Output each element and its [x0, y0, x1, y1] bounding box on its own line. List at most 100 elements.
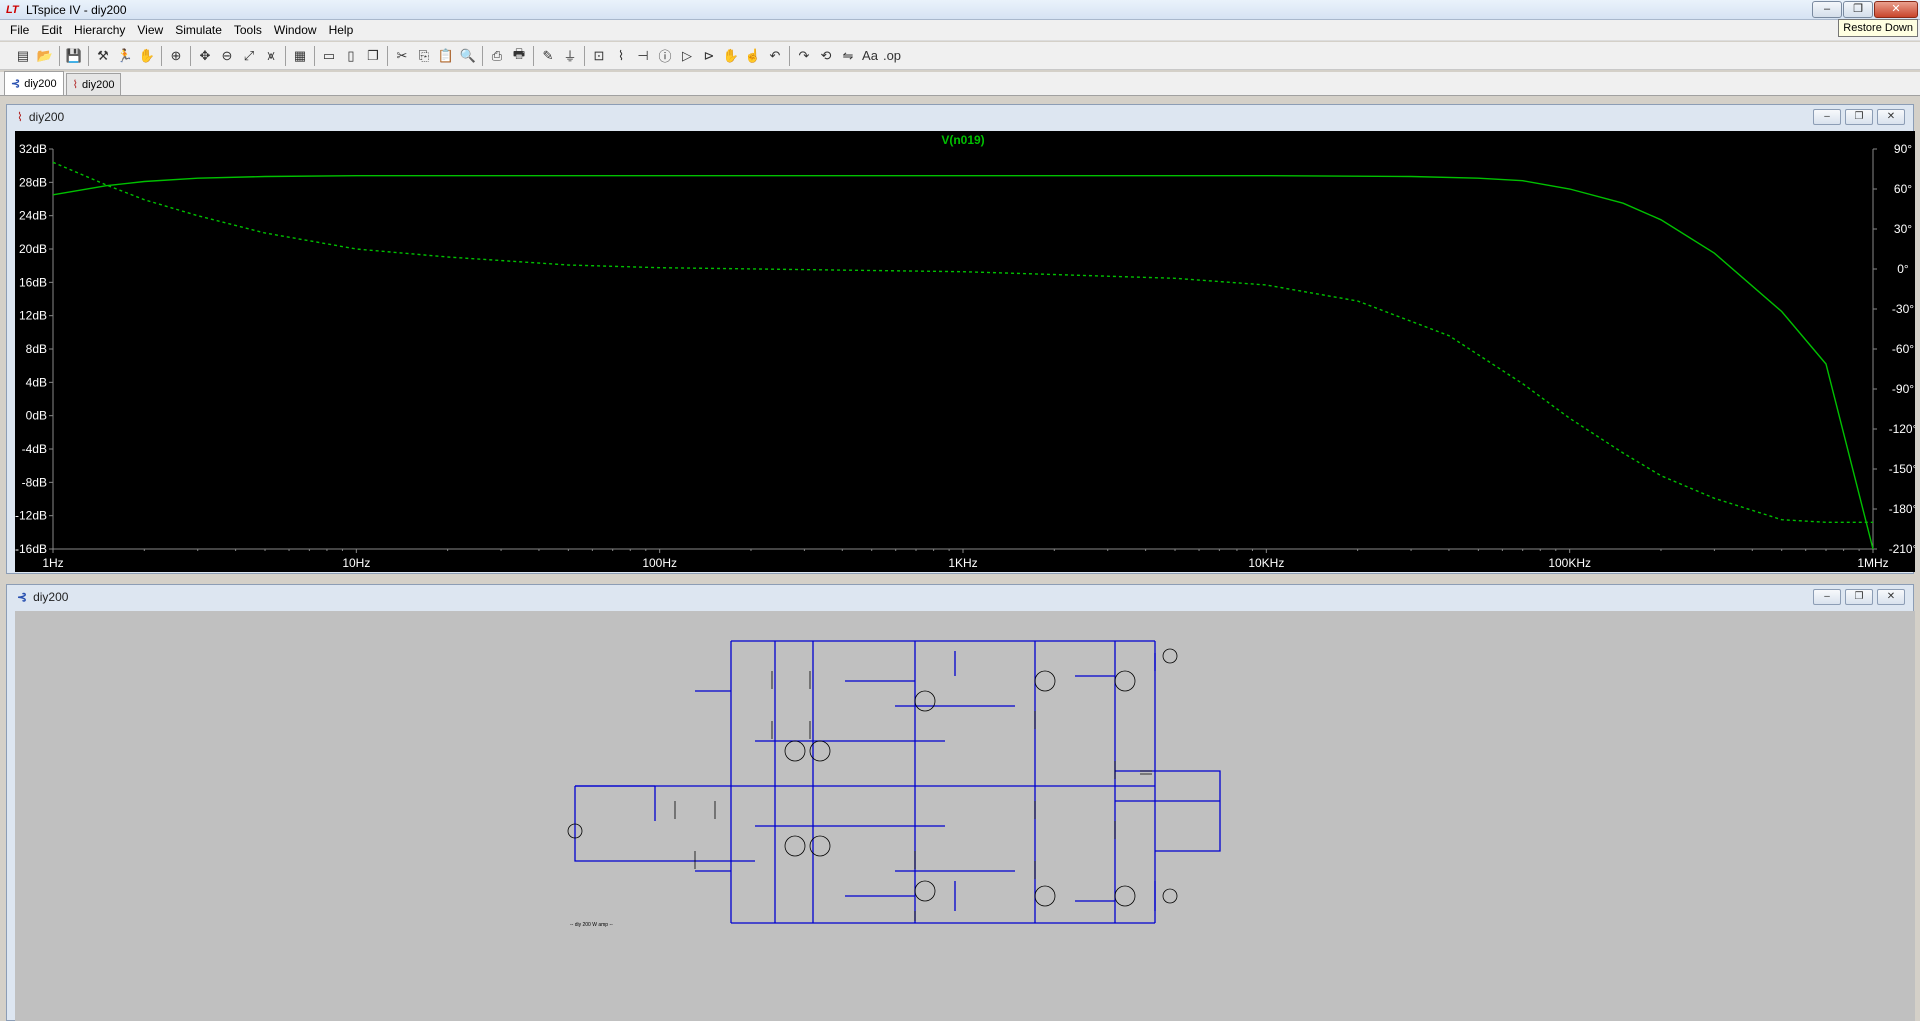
ltspice-logo-icon: LT	[6, 3, 19, 16]
copy-icon[interactable]: ⎘	[413, 45, 435, 67]
save-icon[interactable]: 💾	[63, 45, 85, 67]
schematic-canvas[interactable]: -- diy 200 W amp --	[15, 611, 1915, 1021]
toolbar-separator	[59, 45, 60, 66]
paste-icon[interactable]: 📋	[435, 45, 457, 67]
print-icon[interactable]: 🖶	[508, 45, 530, 67]
y-tick-label: 28dB	[19, 175, 47, 189]
plot-settings-icon[interactable]: ▦	[289, 45, 311, 67]
y-tick-label: -16dB	[15, 542, 47, 556]
schematic-components	[567, 648, 1178, 921]
restore-button[interactable]: ❐	[1845, 589, 1873, 605]
toolbar-separator	[482, 45, 483, 66]
x-tick-label: 100Hz	[642, 556, 677, 570]
mirror-icon[interactable]: ⇋	[837, 45, 859, 67]
x-tick-label: 10KHz	[1248, 556, 1284, 570]
minimize-button[interactable]: –	[1812, 1, 1842, 18]
schematic-icon: ⊰	[17, 590, 28, 604]
drag-icon[interactable]: ☝	[742, 45, 764, 67]
tile-vertical-icon[interactable]: ▯	[340, 45, 362, 67]
y-tick-label: 20dB	[19, 242, 47, 256]
toolbar-separator	[285, 45, 286, 66]
label-net-icon[interactable]: ⊡	[588, 45, 610, 67]
redo-icon[interactable]: ↷	[793, 45, 815, 67]
zoom-fit-icon[interactable]: ⤢	[238, 45, 260, 67]
control-panel-icon[interactable]: ⚒	[92, 45, 114, 67]
halt-icon[interactable]: ✋	[136, 45, 158, 67]
x-tick-label: 1MHz	[1857, 556, 1888, 570]
tab-schematic[interactable]: ⊰ diy200	[4, 71, 64, 95]
minimize-button[interactable]: –	[1813, 109, 1841, 125]
inductor-icon[interactable]: ⓘ	[654, 45, 676, 67]
y2-tick-label: -30°	[1892, 302, 1914, 316]
print-setup-icon[interactable]: ⎙	[486, 45, 508, 67]
y2-tick-label: -210°	[1889, 542, 1915, 556]
minimize-button[interactable]: –	[1813, 589, 1841, 605]
menu-bar: File Edit Hierarchy View Simulate Tools …	[0, 20, 1920, 41]
toolbar-separator	[88, 45, 89, 66]
menu-edit[interactable]: Edit	[35, 20, 68, 41]
schematic-window-controls: – ❐ ✕	[1813, 589, 1905, 605]
new-schematic-icon[interactable]: ▤	[12, 45, 34, 67]
run-icon[interactable]: 🏃	[114, 45, 136, 67]
ground-icon[interactable]: ⏚	[559, 45, 581, 67]
y-tick-label: 0dB	[26, 409, 47, 423]
close-button[interactable]: ✕	[1877, 109, 1905, 125]
tile-horizontal-icon[interactable]: ▭	[318, 45, 340, 67]
zoom-out-icon[interactable]: ⊖	[216, 45, 238, 67]
y-tick-label: -4dB	[22, 442, 47, 456]
cascade-icon[interactable]: ❐	[362, 45, 384, 67]
schematic-wires	[574, 640, 1221, 924]
close-button[interactable]: ✕	[1877, 589, 1905, 605]
restore-button[interactable]: ❐	[1845, 109, 1873, 125]
waveform-icon: ⌇	[17, 110, 23, 124]
undo-icon[interactable]: ↶	[764, 45, 786, 67]
tab-label: diy200	[82, 78, 115, 91]
cut-icon[interactable]: ✂	[391, 45, 413, 67]
schematic-window-caption: ⊰ diy200	[7, 585, 1913, 609]
zoom-in-icon[interactable]: ⊕	[165, 45, 187, 67]
schematic-icon: ⊰	[11, 78, 21, 90]
chart-title: V(n019)	[941, 133, 984, 147]
text-icon[interactable]: Aa	[859, 45, 881, 67]
capacitor-icon[interactable]: ⊣	[632, 45, 654, 67]
spice-directive-icon[interactable]: .op	[881, 45, 903, 67]
y-tick-label: 24dB	[19, 209, 47, 223]
menu-file[interactable]: File	[4, 20, 35, 41]
y-tick-label: 8dB	[26, 342, 47, 356]
toolbar-separator	[584, 45, 585, 66]
component-icon[interactable]: ⊳	[698, 45, 720, 67]
rotate-icon[interactable]: ⟲	[815, 45, 837, 67]
plot-window: ⌇ diy200 – ❐ ✕ 32dB 28dB 24dB 20dB 16dB 12dB 8…	[6, 104, 1915, 574]
menu-simulate[interactable]: Simulate	[169, 20, 228, 41]
x-tick-label: 1Hz	[42, 556, 63, 570]
wire-icon[interactable]: ✎	[537, 45, 559, 67]
title-bar: LT LTspice IV - diy200 – ❐ ✕	[0, 0, 1920, 20]
y-tick-label: 16dB	[19, 275, 47, 289]
x-tick-label: 100KHz	[1548, 556, 1591, 570]
tab-waveform[interactable]: ⌇ diy200	[65, 73, 122, 95]
move-icon[interactable]: ✋	[720, 45, 742, 67]
pan-icon[interactable]: ✥	[194, 45, 216, 67]
toolbar-separator	[190, 45, 191, 66]
close-button[interactable]: ✕	[1874, 1, 1918, 18]
x-tick-label: 10Hz	[342, 556, 370, 570]
y2-tick-label: 60°	[1894, 182, 1912, 196]
menu-hierarchy[interactable]: Hierarchy	[68, 20, 131, 41]
resistor-icon[interactable]: ⌇	[610, 45, 632, 67]
autorange-icon[interactable]: ⩙	[260, 45, 282, 67]
y2-tick-label: -60°	[1892, 342, 1914, 356]
plot-window-title: diy200	[28, 110, 65, 124]
y-tick-label: 12dB	[19, 309, 47, 323]
window-controls: – ❐ ✕	[1812, 1, 1918, 18]
menu-window[interactable]: Window	[268, 20, 323, 41]
menu-tools[interactable]: Tools	[228, 20, 268, 41]
find-icon[interactable]: 🔍	[457, 45, 479, 67]
menu-view[interactable]: View	[131, 20, 169, 41]
diode-icon[interactable]: ▷	[676, 45, 698, 67]
menu-help[interactable]: Help	[323, 20, 360, 41]
open-icon[interactable]: 📂	[34, 45, 56, 67]
restore-button[interactable]: ❐	[1843, 1, 1873, 18]
schematic-window: ⊰ diy200 – ❐ ✕ -- diy 200 W amp --	[6, 584, 1915, 1021]
waveform-icon: ⌇	[72, 79, 79, 91]
bode-plot[interactable]: 32dB 28dB 24dB 20dB 16dB 12dB 8dB 4dB 0dB -4dB -8d…	[15, 131, 1915, 572]
